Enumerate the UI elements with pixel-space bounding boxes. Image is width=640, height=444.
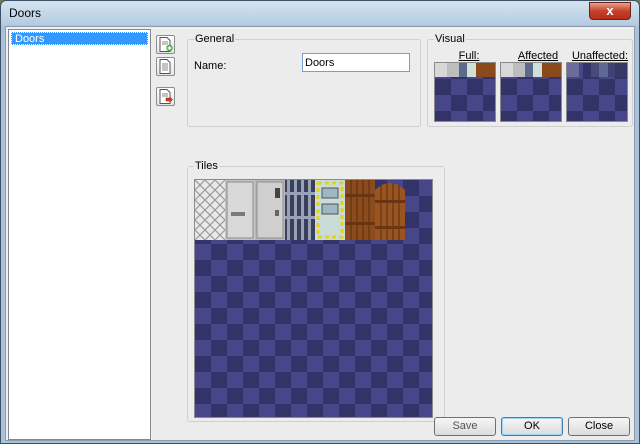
delete-page-icon [159, 89, 173, 104]
unaffected-preview-strip [567, 63, 627, 77]
wooden-door-tile[interactable] [345, 180, 375, 240]
ok-button[interactable]: OK [501, 417, 563, 436]
name-label: Name: [194, 60, 227, 72]
chain-fence-tile[interactable] [195, 180, 225, 240]
steel-door-tile[interactable] [225, 180, 255, 240]
save-button[interactable]: Save [434, 417, 496, 436]
unaffected-label: Unaffected: [571, 50, 629, 62]
delete-item-button[interactable] [156, 87, 175, 106]
affected-label: Affected [517, 50, 559, 62]
name-input[interactable] [302, 53, 410, 72]
close-button[interactable]: Close [568, 417, 630, 436]
new-item-button[interactable] [156, 35, 175, 54]
visual-group: Visual Full: Affected Unaffected: [427, 33, 633, 127]
window-title: Doors [9, 6, 42, 20]
window-close-button[interactable]: x [589, 2, 631, 20]
title-bar[interactable]: Doors x [1, 1, 639, 25]
affected-preview-strip [501, 63, 561, 77]
general-group-title: General [194, 33, 236, 45]
editor-panel: General Name: Visual Full: Affected Unaf… [152, 29, 634, 440]
tiles-group: Tiles [187, 160, 445, 422]
bars-door-tile[interactable] [285, 180, 315, 240]
hazard-door-tile[interactable] [315, 180, 345, 240]
full-label: Full: [458, 50, 480, 62]
unaffected-preview[interactable] [566, 62, 628, 122]
new-page-icon [159, 37, 173, 52]
tiles-canvas[interactable] [194, 179, 433, 418]
tiles-group-title: Tiles [194, 160, 219, 172]
dialog-window: Doors x Doors General Name: Doors Visual… [0, 0, 640, 444]
copy-page-icon [159, 59, 171, 74]
client-area: Doors General Name: Doors Visual Full: A… [5, 26, 635, 441]
visual-group-title: Visual [434, 33, 466, 45]
full-preview-strip [435, 63, 495, 77]
wooden-arch-door-tile[interactable] [375, 180, 405, 240]
door-list[interactable]: Doors [8, 29, 151, 440]
copy-item-button[interactable] [156, 57, 175, 76]
affected-preview[interactable] [500, 62, 562, 122]
general-group: General Name: [187, 33, 421, 127]
close-icon: x [606, 3, 614, 18]
full-preview[interactable] [434, 62, 496, 122]
steel-door-window-tile[interactable] [255, 180, 285, 240]
list-item[interactable]: Doors [11, 32, 148, 45]
